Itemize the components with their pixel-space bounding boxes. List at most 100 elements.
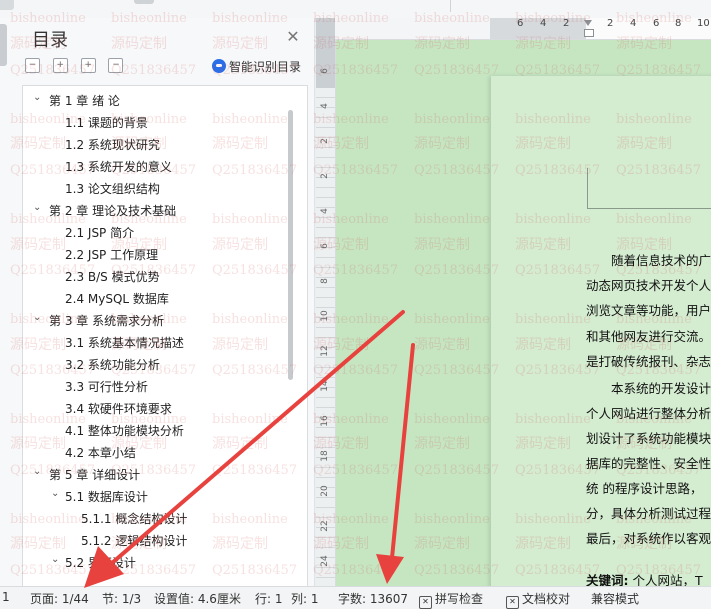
status-row[interactable]: 行: 1	[255, 590, 283, 607]
toc-list: ⌄ 第 1 章 绪 论 1.1 课题的背景 1.2 系统现状研究 1.3 系统开发的意义…	[23, 90, 293, 574]
ruler-number: 10	[697, 18, 710, 29]
status-bar: 1 页面: 1/44 节: 1/3 设置值: 4.6厘米 行: 1 列: 1 字…	[0, 586, 711, 609]
status-col[interactable]: 列: 1	[291, 590, 319, 607]
toc-list-box: ⌄ 第 1 章 绪 论 1.1 课题的背景 1.2 系统现状研究 1.3 系统开发的意义…	[22, 85, 308, 587]
toc-item[interactable]: ⌄ 第 3 章 系统需求分析	[23, 310, 293, 332]
document-text-line: 随着信息技术的广	[611, 253, 711, 268]
expand-all-icon[interactable]: +	[52, 58, 68, 73]
ruler-number: 2	[320, 138, 330, 144]
toc-item-label: 4.1 整体功能模块分析	[65, 424, 184, 438]
chevron-down-icon[interactable]: ⌄	[33, 87, 43, 109]
remove-heading-icon[interactable]: −	[108, 58, 124, 73]
document-text-line: 本系统的开发设计	[611, 381, 711, 396]
ruler-number: 22	[320, 520, 330, 532]
toc-item[interactable]: 1.3 论文组织结构	[23, 178, 293, 200]
toc-item[interactable]: 3.3 可行性分析	[23, 376, 293, 398]
page-corner-mark	[587, 168, 711, 209]
toc-item-label: 3.1 系统基本情况描述	[65, 336, 184, 350]
chevron-down-icon[interactable]: ⌄	[33, 197, 43, 219]
toc-item-label: 2.2 JSP 工作原理	[65, 248, 159, 262]
toc-item[interactable]: ⌄ 5.1 数据库设计	[23, 486, 293, 508]
toc-item-label: 2.4 MySQL 数据库	[65, 292, 169, 306]
ruler-margin	[490, 18, 586, 39]
toc-item[interactable]: 2.2 JSP 工作原理	[23, 244, 293, 266]
keywords-line: 关键词: 个人网站，T	[586, 570, 703, 586]
toc-item-label: 第 1 章 绪 论	[49, 94, 120, 108]
toc-item-label: 第 5 章 详细设计	[49, 468, 141, 482]
toc-item-label: 3.3 可行性分析	[65, 380, 148, 394]
chevron-down-icon[interactable]: ⌄	[33, 461, 43, 483]
document-text-line: 统 的程序设计思路，	[586, 481, 703, 496]
toc-item[interactable]: 2.1 JSP 简介	[23, 222, 293, 244]
toc-item-label: 5.2 界面设计	[65, 556, 136, 570]
spell-check-icon: ✕	[419, 596, 432, 609]
document-text-line: 浏览文章等功能，用户	[586, 303, 711, 318]
status-setting[interactable]: 设置值: 4.6厘米	[154, 590, 241, 607]
toc-item-label: 5.1.1 概念结构设计	[81, 512, 188, 526]
toc-item[interactable]: 1.3 系统开发的意义	[23, 156, 293, 178]
toc-item[interactable]: 3.2 系统功能分析	[23, 354, 293, 376]
ruler-number: 12	[320, 345, 330, 357]
panel-side-tab[interactable]	[0, 24, 7, 66]
status-page[interactable]: 页面: 1/44	[30, 590, 89, 607]
status-section[interactable]: 节: 1/3	[102, 590, 141, 607]
chevron-down-icon[interactable]: ⌄	[33, 307, 43, 329]
ruler-number: 2	[320, 173, 330, 179]
smart-recognize-label: 智能识别目录	[229, 60, 302, 74]
ruler-number: 6	[320, 68, 330, 74]
toc-item[interactable]: 4.1 整体功能模块分析	[23, 420, 293, 442]
toc-item-label: 5.1.2 逻辑结构设计	[81, 534, 188, 548]
toc-item[interactable]: 1.2 系统现状研究	[23, 134, 293, 156]
tab-handle[interactable]	[134, 0, 154, 4]
document-text-line: 和其他网友进行交流。	[586, 329, 711, 344]
spell-check-button[interactable]: ✕ 拼写检查	[419, 590, 483, 609]
vertical-ruler: 6 4 2 2 4 6 8 10 12 14 16 18 20 22 24	[316, 18, 336, 586]
ruler-number: 8	[675, 18, 682, 29]
toc-item[interactable]: ⌄ 第 1 章 绪 论	[23, 90, 293, 112]
doc-proofread-button[interactable]: ✕ 文档校对	[506, 590, 570, 609]
chevron-down-icon[interactable]: ⌄	[51, 549, 61, 571]
toc-item[interactable]: ⌄ 第 5 章 详细设计	[23, 464, 293, 486]
status-word-count[interactable]: 字数: 13607	[338, 590, 408, 607]
ruler-number: 2	[563, 18, 570, 29]
toc-item[interactable]: 1.1 课题的背景	[23, 112, 293, 134]
toc-item[interactable]: ⌄ 5.2 界面设计	[23, 552, 293, 574]
left-indent-marker[interactable]	[584, 29, 594, 37]
toc-item-label: 3.4 软硬件环境要求	[65, 402, 172, 416]
tab-handle[interactable]	[0, 0, 14, 10]
toc-item[interactable]: 4.2 本章小结	[23, 442, 293, 464]
toc-item[interactable]: 5.1.2 逻辑结构设计	[23, 530, 293, 552]
document-text-line: 分，具体分析测试过程	[586, 506, 711, 521]
toc-item-label: 5.1 数据库设计	[65, 490, 148, 504]
add-heading-icon[interactable]: +	[80, 58, 96, 73]
ruler-number: 24	[320, 555, 330, 567]
toc-item[interactable]: 3.4 软硬件环境要求	[23, 398, 293, 420]
document-area: 随着信息技术的广动态网页技术开发个人 浏览文章等功能，用户 和其他网友进行交流。 是打…	[336, 40, 711, 586]
collapse-all-icon[interactable]: −	[25, 58, 40, 73]
toc-item[interactable]: 2.3 B/S 模式优势	[23, 266, 293, 288]
toc-item[interactable]: 3.1 系统基本情况描述	[23, 332, 293, 354]
toc-item[interactable]: 5.1.1 概念结构设计	[23, 508, 293, 530]
close-icon[interactable]: ✕	[284, 28, 302, 46]
document-text-line: 是打破传统报刊、杂志	[586, 354, 711, 369]
ruler-text-area	[586, 18, 711, 39]
document-text-line: 个人网站进行整体分析	[586, 406, 711, 421]
ruler-number: 6	[320, 243, 330, 249]
ruler-number: 6	[517, 18, 524, 29]
spell-check-label: 拼写检查	[435, 592, 484, 606]
toc-item[interactable]: 2.4 MySQL 数据库	[23, 288, 293, 310]
doc-proofread-icon: ✕	[506, 596, 519, 609]
first-line-indent-marker[interactable]	[584, 20, 592, 26]
toc-scrollbar[interactable]	[288, 110, 293, 380]
toc-item-label: 1.3 系统开发的意义	[65, 160, 172, 174]
document-text-line: 动态网页技术开发个人	[586, 278, 711, 293]
ruler-ticks	[316, 88, 335, 583]
ruler-number: 18	[320, 450, 330, 462]
toc-item-label: 1.3 论文组织结构	[65, 182, 160, 196]
document-text-line: 最后，对系统作以客观	[586, 531, 711, 546]
document-text-line: 据库的完整性、安全性	[586, 456, 711, 471]
smart-recognize-toc-button[interactable]: 智能识别目录	[212, 58, 301, 74]
chevron-down-icon[interactable]: ⌄	[51, 483, 61, 505]
toc-item[interactable]: ⌄ 第 2 章 理论及技术基础	[23, 200, 293, 222]
ruler-number: 4	[540, 18, 547, 29]
